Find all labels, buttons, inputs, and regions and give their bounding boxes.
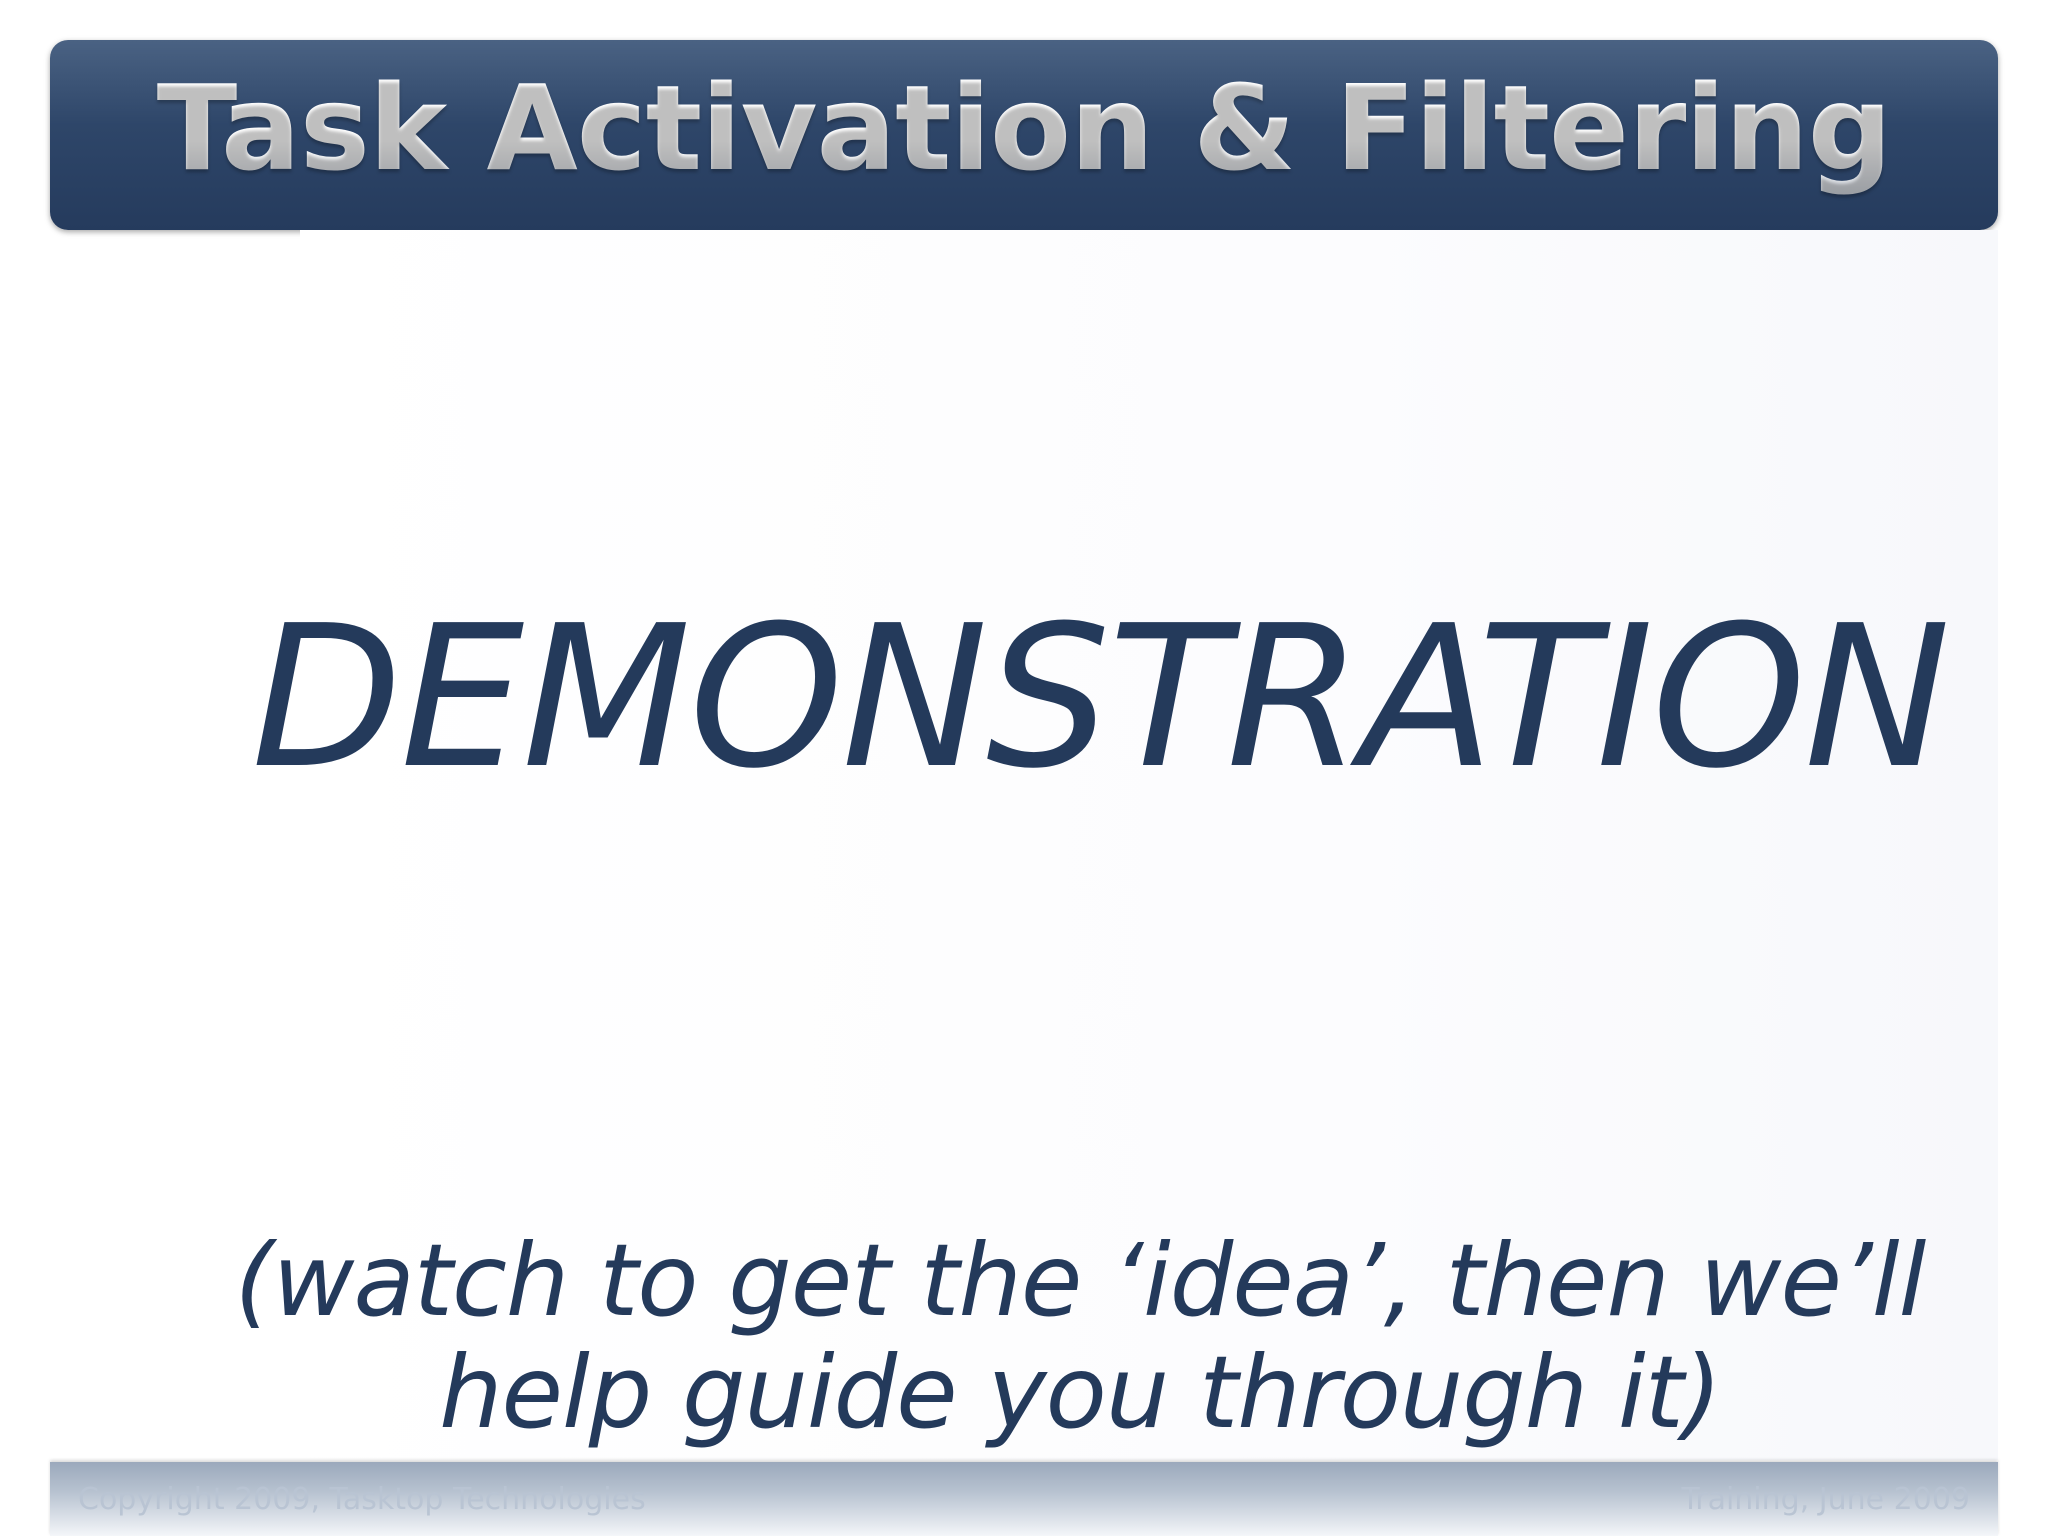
subtitle-line-1: (watch to get the ‘idea’, then we’ll: [234, 1222, 1927, 1339]
subtitle: (watch to get the ‘idea’, then we’ll hel…: [200, 1225, 1960, 1449]
slide-title: Task Activation & Filtering: [157, 69, 1892, 201]
slide: Task Activation & Filtering DEMONSTRATIO…: [0, 0, 2048, 1536]
title-bar: Task Activation & Filtering: [50, 40, 1998, 230]
demonstration-heading: DEMONSTRATION: [251, 584, 1950, 812]
footer-bar: Copyright 2009, Tasktop Technologies Tra…: [50, 1462, 1998, 1536]
footer-copyright: Copyright 2009, Tasktop Technologies: [78, 1482, 646, 1517]
footer-date: Training, June 2009: [1681, 1482, 1970, 1517]
subtitle-line-2: help guide you through it): [439, 1334, 1722, 1451]
